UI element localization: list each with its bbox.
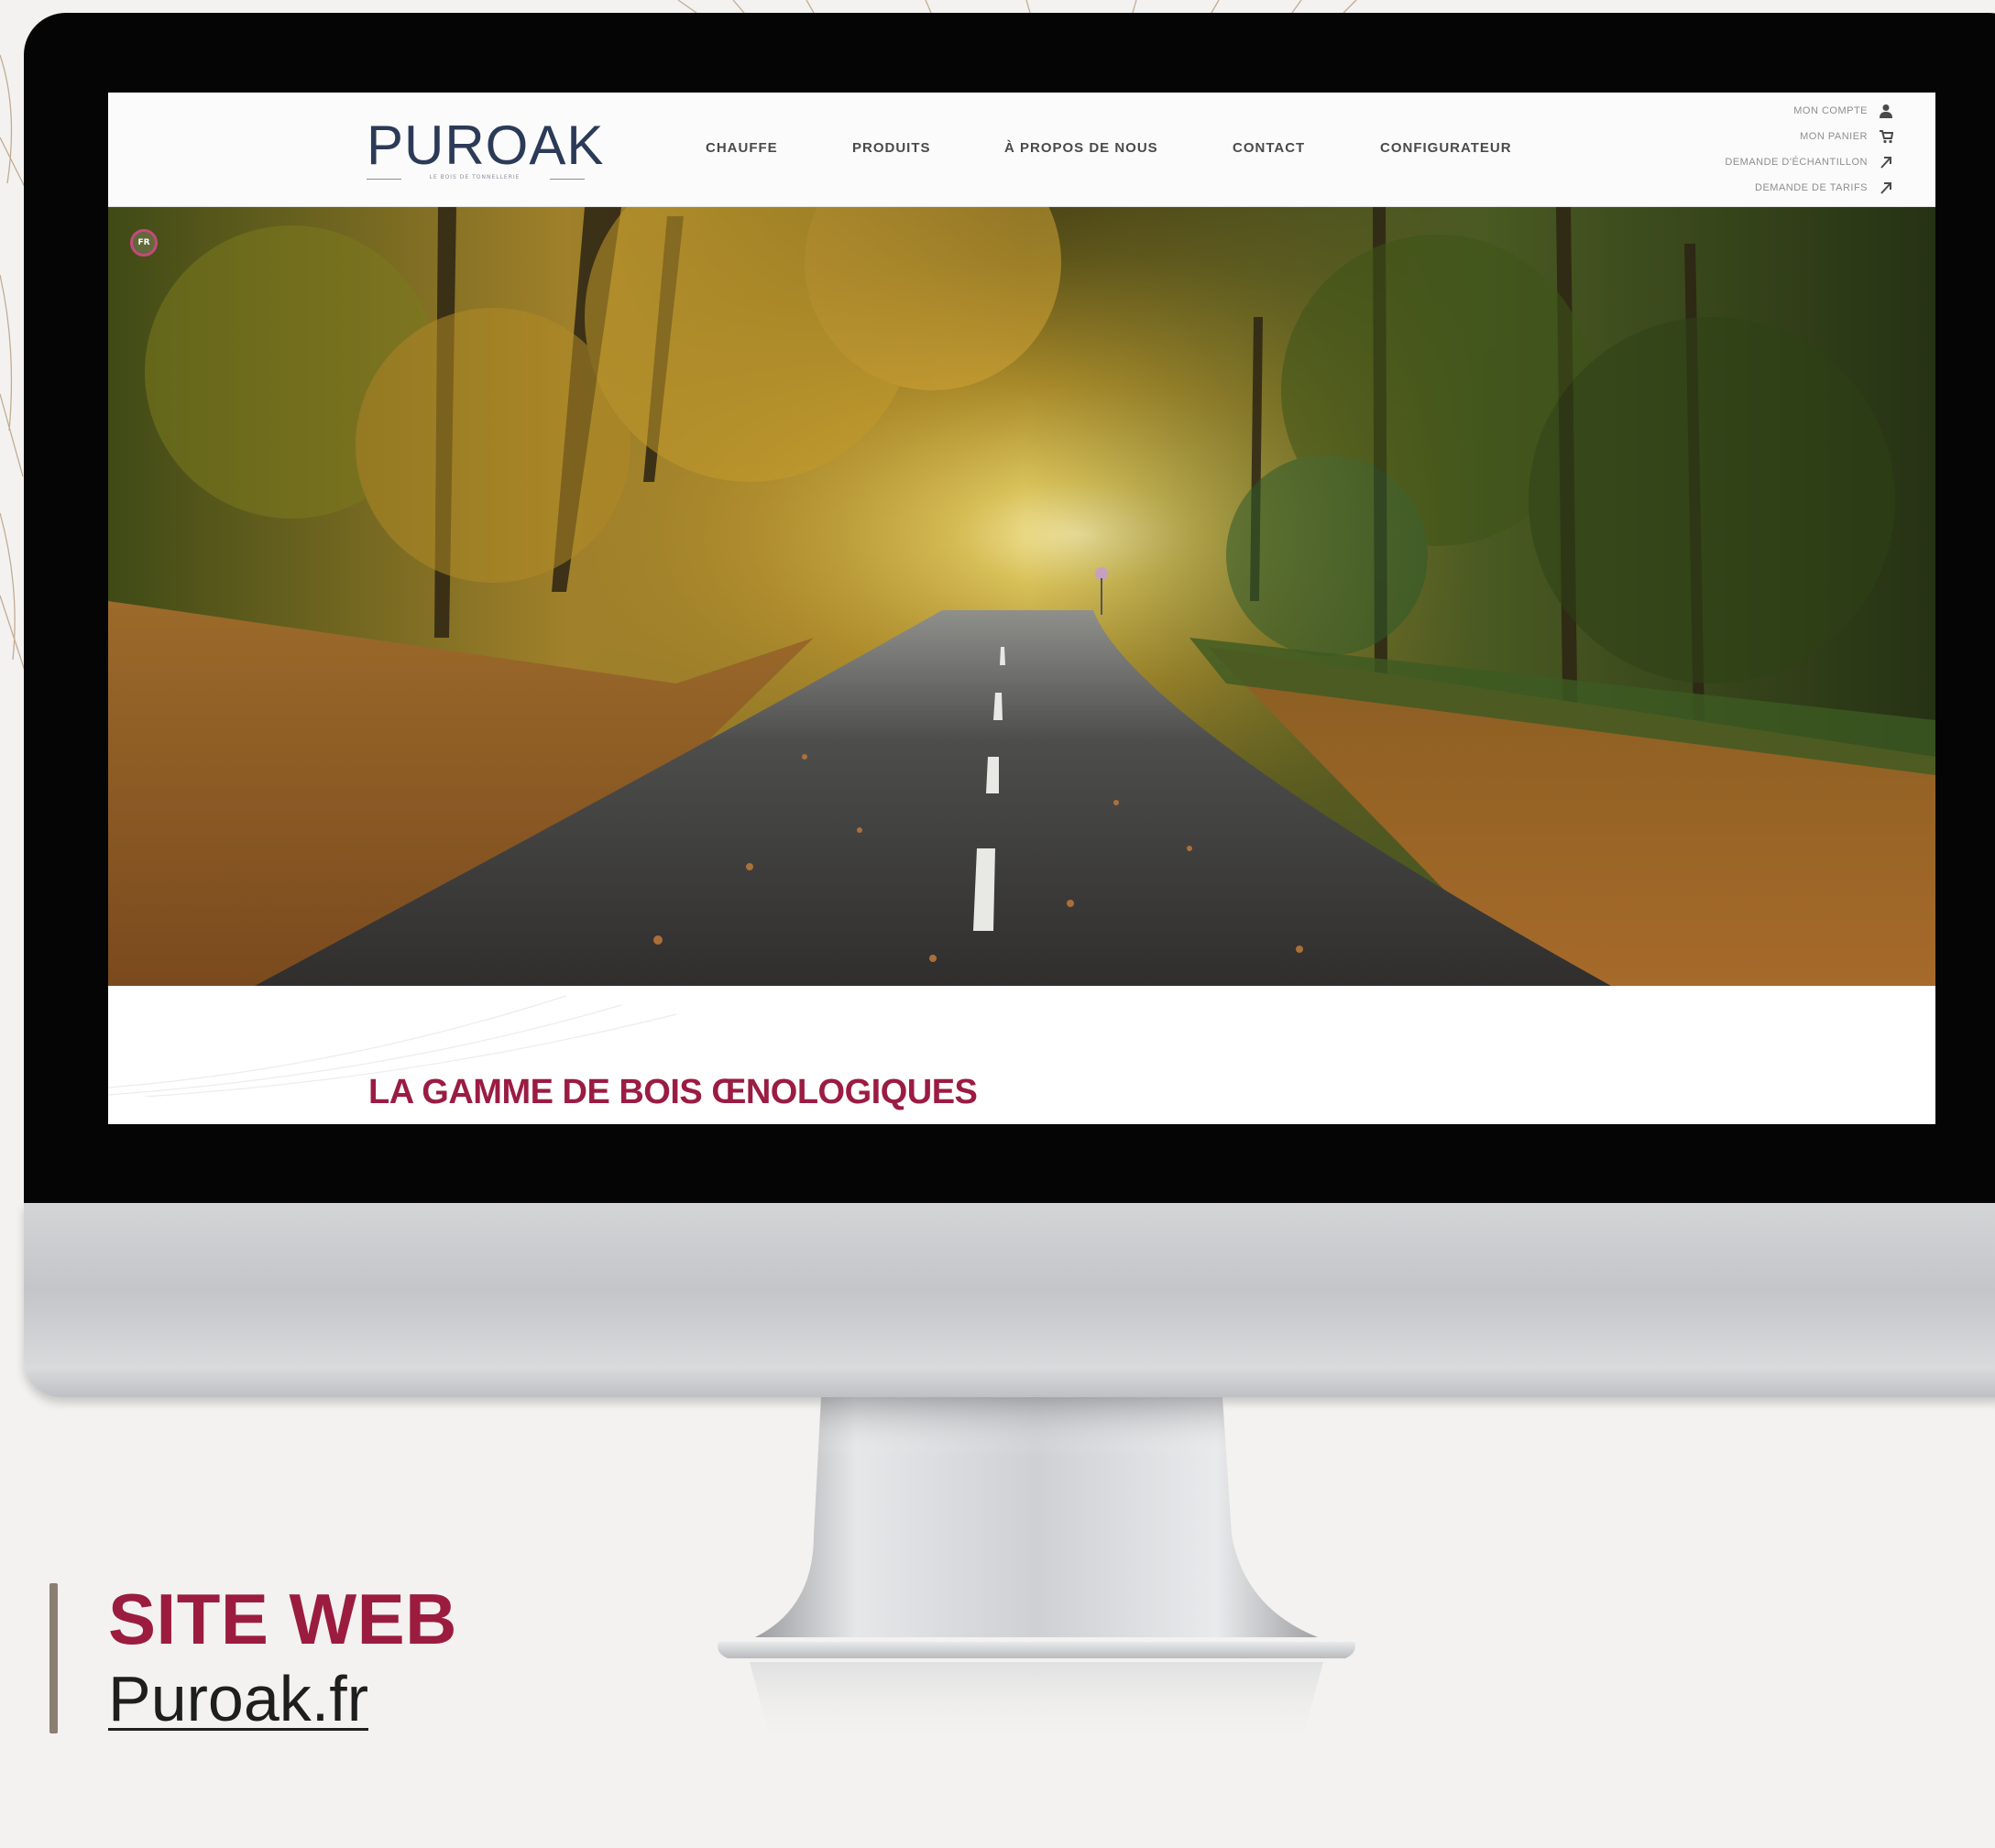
- logo-tagline: LE BOIS DE TONNELLERIE: [429, 174, 521, 180]
- nav-configurateur[interactable]: CONFIGURATEUR: [1380, 140, 1512, 156]
- util-demande-echantillon[interactable]: DEMANDE D'ÉCHANTILLON: [1725, 152, 1895, 172]
- puroak-logo[interactable]: PUROAK LE BOIS DE TONNELLERIE: [367, 116, 603, 190]
- site-header: PUROAK LE BOIS DE TONNELLERIE CHAUFFE PR…: [108, 93, 1935, 207]
- website-screen: PUROAK LE BOIS DE TONNELLERIE CHAUFFE PR…: [108, 93, 1935, 1124]
- util-mon-panier[interactable]: MON PANIER: [1800, 126, 1895, 147]
- logo-text: PUROAK: [367, 115, 605, 176]
- util-demande-tarifs[interactable]: DEMANDE DE TARIFS: [1755, 178, 1895, 198]
- nav-chauffe[interactable]: CHAUFFE: [706, 140, 778, 156]
- util-mon-compte[interactable]: MON COMPTE: [1793, 101, 1895, 121]
- hero-image: FR: [108, 207, 1935, 986]
- user-icon: [1877, 102, 1895, 120]
- caption-accent-bar: [49, 1583, 58, 1733]
- arrow-icon: [1877, 153, 1895, 171]
- nav-produits[interactable]: PRODUITS: [852, 140, 931, 156]
- nav-contact[interactable]: CONTACT: [1233, 140, 1305, 156]
- cart-icon: [1877, 127, 1895, 146]
- section-title: LA GAMME DE BOIS ŒNOLOGIQUES: [368, 1073, 978, 1111]
- arrow-icon: [1877, 179, 1895, 197]
- website-link[interactable]: Puroak.fr: [108, 1660, 368, 1737]
- autumn-road-image: [108, 207, 1935, 986]
- nav-a-propos[interactable]: À PROPOS DE NOUS: [1004, 140, 1158, 156]
- language-badge[interactable]: FR: [130, 229, 158, 257]
- monitor-chin: [24, 1203, 1995, 1397]
- caption-title: SITE WEB: [108, 1579, 458, 1659]
- monitor-stand-base: [718, 1642, 1355, 1750]
